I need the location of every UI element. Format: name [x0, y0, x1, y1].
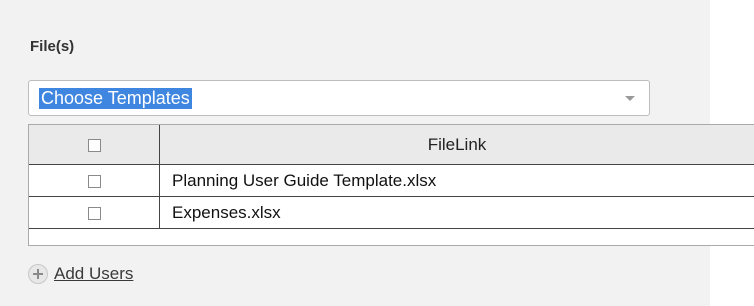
chevron-down-icon[interactable] — [625, 96, 635, 101]
row-checkbox[interactable] — [87, 206, 101, 220]
filelink-cell[interactable]: Expenses.xlsx — [159, 196, 754, 229]
table-row[interactable]: Expenses.xlsx — [29, 196, 754, 229]
template-dropdown: FileLink Planning User Guide Template.xl… — [28, 124, 754, 246]
template-select[interactable]: Choose Templates — [28, 80, 650, 116]
files-section-label: File(s) — [30, 38, 75, 55]
plus-circle-icon[interactable] — [28, 264, 48, 284]
filelink-cell[interactable]: Planning User Guide Template.xlsx — [159, 164, 754, 197]
template-select-value[interactable]: Choose Templates — [39, 88, 192, 109]
row-checkbox-cell[interactable] — [29, 196, 160, 229]
select-all-header[interactable] — [29, 125, 160, 165]
grid-header-row: FileLink — [29, 125, 754, 165]
file-grid: FileLink Planning User Guide Template.xl… — [29, 125, 754, 229]
add-users-button[interactable]: Add Users — [28, 262, 133, 286]
add-users-link[interactable]: Add Users — [54, 264, 133, 284]
row-checkbox-cell[interactable] — [29, 164, 160, 197]
row-checkbox[interactable] — [87, 174, 101, 188]
table-row[interactable]: Planning User Guide Template.xlsx — [29, 164, 754, 197]
select-all-checkbox[interactable] — [87, 138, 101, 152]
filelink-column-header[interactable]: FileLink — [159, 125, 754, 165]
